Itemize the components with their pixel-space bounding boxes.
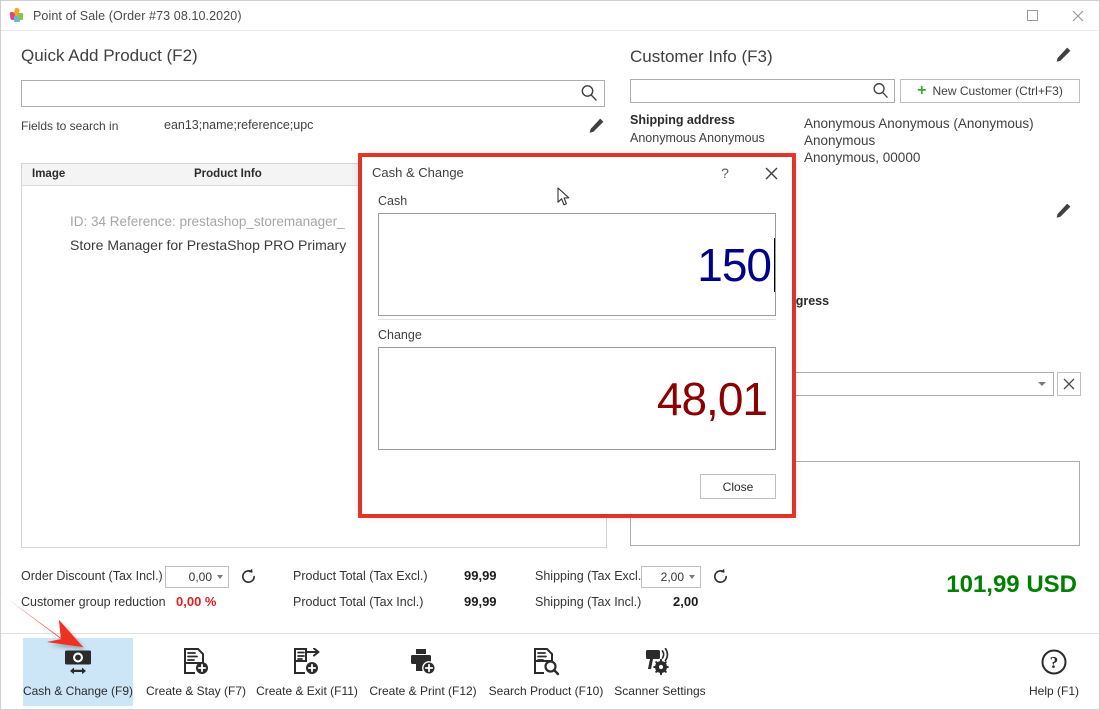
customer-search-icon[interactable] bbox=[871, 81, 893, 103]
maximize-button[interactable] bbox=[1009, 1, 1055, 31]
column-header-image: Image bbox=[32, 168, 65, 180]
fields-to-search-label: Fields to search in bbox=[21, 119, 118, 133]
customer-search-input[interactable] bbox=[630, 79, 895, 103]
order-discount-label: Order Discount (Tax Incl.) bbox=[21, 569, 163, 583]
shipping-excl-value: 2,00 bbox=[661, 570, 684, 584]
storemanager-logo-icon bbox=[9, 8, 25, 24]
payment-pencil-icon[interactable] bbox=[1053, 201, 1075, 223]
cash-change-dialog: Cash & Change ? Cash 150 Change 48,01 Cl… bbox=[362, 157, 792, 514]
quick-add-pencil-icon[interactable] bbox=[586, 116, 608, 138]
chevron-down-icon bbox=[689, 575, 695, 579]
cash-label: Cash bbox=[378, 194, 407, 208]
change-label: Change bbox=[378, 328, 422, 342]
shipping-excl-label: Shipping (Tax Excl.) bbox=[535, 569, 645, 583]
order-discount-stepper[interactable]: 0,00 bbox=[165, 566, 229, 588]
change-display: 48,01 bbox=[378, 347, 776, 450]
document-add-icon bbox=[179, 646, 213, 678]
svg-text:?: ? bbox=[1050, 653, 1059, 672]
toolbar-label-help: Help (F1) bbox=[1029, 684, 1079, 698]
toolbar-button-create-exit[interactable]: Create & Exit (F11) bbox=[251, 638, 363, 706]
customer-pencil-icon[interactable] bbox=[1053, 45, 1075, 67]
customer-detail-line-1: Anonymous Anonymous (Anonymous) bbox=[804, 116, 1034, 131]
toolbar-button-search-product[interactable]: Search Product (F10) bbox=[486, 638, 606, 706]
quick-add-heading: Quick Add Product (F2) bbox=[21, 46, 198, 66]
cash-input[interactable]: 150 bbox=[378, 213, 776, 316]
dialog-title: Cash & Change bbox=[372, 165, 464, 180]
product-total-incl-label: Product Total (Tax Incl.) bbox=[293, 595, 423, 609]
new-customer-label: New Customer (Ctrl+F3) bbox=[932, 84, 1062, 98]
customer-group-reduction-value: 0,00 % bbox=[176, 594, 216, 609]
cash-value: 150 bbox=[697, 242, 773, 288]
chevron-down-icon bbox=[1038, 382, 1046, 386]
fields-to-search-value: ean13;name;reference;upc bbox=[164, 118, 313, 132]
toolbar-label-create-print: Create & Print (F12) bbox=[369, 684, 476, 698]
shipping-incl-label: Shipping (Tax Incl.) bbox=[535, 595, 641, 609]
scanner-settings-icon bbox=[643, 646, 677, 678]
row-reference: ID: 34 Reference: prestashop_storemanage… bbox=[70, 214, 345, 229]
toolbar-button-create-print[interactable]: Create & Print (F12) bbox=[364, 638, 482, 706]
toolbar-button-create-stay[interactable]: Create & Stay (F7) bbox=[141, 638, 251, 706]
red-annotation-arrow bbox=[3, 595, 113, 657]
bottom-toolbar: Cash & Change (F9) Create & Stay (F7) bbox=[1, 633, 1100, 709]
toolbar-button-help[interactable]: ? Help (F1) bbox=[1019, 638, 1089, 706]
change-value: 48,01 bbox=[657, 376, 775, 422]
printer-add-icon bbox=[406, 646, 440, 678]
row-product-name: Store Manager for PrestaShop PRO Primary bbox=[70, 237, 346, 253]
new-customer-button[interactable]: + New Customer (Ctrl+F3) bbox=[900, 79, 1080, 103]
shipping-incl-value: 2,00 bbox=[673, 594, 698, 609]
order-discount-refresh-icon[interactable] bbox=[240, 568, 258, 586]
product-total-incl-value: 99,99 bbox=[464, 594, 497, 609]
text-cursor bbox=[774, 238, 775, 292]
plus-icon: + bbox=[917, 83, 926, 99]
search-icon[interactable] bbox=[579, 83, 601, 105]
close-icon[interactable] bbox=[1055, 1, 1100, 31]
column-header-product-info: Product Info bbox=[194, 168, 262, 180]
window-controls bbox=[1009, 1, 1100, 31]
window-title: Point of Sale (Order #73 08.10.2020) bbox=[33, 9, 242, 23]
toolbar-button-scanner-settings[interactable]: Scanner Settings bbox=[608, 638, 712, 706]
product-total-excl-label: Product Total (Tax Excl.) bbox=[293, 569, 428, 583]
customer-detail-line-3: Anonymous, 00000 bbox=[804, 150, 920, 165]
shipping-refresh-icon[interactable] bbox=[712, 568, 730, 586]
mouse-cursor bbox=[557, 187, 571, 207]
document-search-icon bbox=[529, 646, 563, 678]
question-circle-icon: ? bbox=[1037, 646, 1071, 678]
create-print-text: Create & Print (F12) bbox=[369, 684, 476, 698]
shipping-address-label: Shipping address bbox=[630, 113, 735, 127]
toolbar-label-search-product: Search Product (F10) bbox=[489, 684, 604, 698]
toolbar-label-scanner-settings: Scanner Settings bbox=[614, 684, 705, 698]
dialog-close-icon[interactable] bbox=[758, 160, 784, 186]
help-icon[interactable]: ? bbox=[714, 162, 736, 184]
document-exit-icon bbox=[290, 646, 324, 678]
point-of-sale-window: Point of Sale (Order #73 08.10.2020) Qui… bbox=[0, 0, 1100, 710]
coupon-clear-button[interactable] bbox=[1057, 372, 1081, 396]
divider bbox=[378, 319, 776, 320]
close-button[interactable]: Close bbox=[700, 474, 776, 499]
grand-total: 101,99 USD bbox=[946, 571, 1077, 599]
quick-add-search-input[interactable] bbox=[21, 80, 605, 107]
toolbar-label-create-exit: Create & Exit (F11) bbox=[256, 684, 358, 698]
shipping-address-value: Anonymous Anonymous bbox=[630, 131, 765, 145]
customer-detail-line-2: Anonymous bbox=[804, 133, 875, 148]
toolbar-label-cash-change: Cash & Change (F9) bbox=[23, 684, 133, 698]
product-total-excl-value: 99,99 bbox=[464, 568, 497, 583]
shipping-stepper[interactable]: 2,00 bbox=[641, 566, 701, 588]
order-discount-value: 0,00 bbox=[189, 570, 212, 584]
toolbar-label-create-stay: Create & Stay (F7) bbox=[146, 684, 246, 698]
chevron-down-icon bbox=[217, 575, 223, 579]
customer-info-heading: Customer Info (F3) bbox=[630, 47, 773, 67]
title-bar: Point of Sale (Order #73 08.10.2020) bbox=[1, 1, 1100, 31]
